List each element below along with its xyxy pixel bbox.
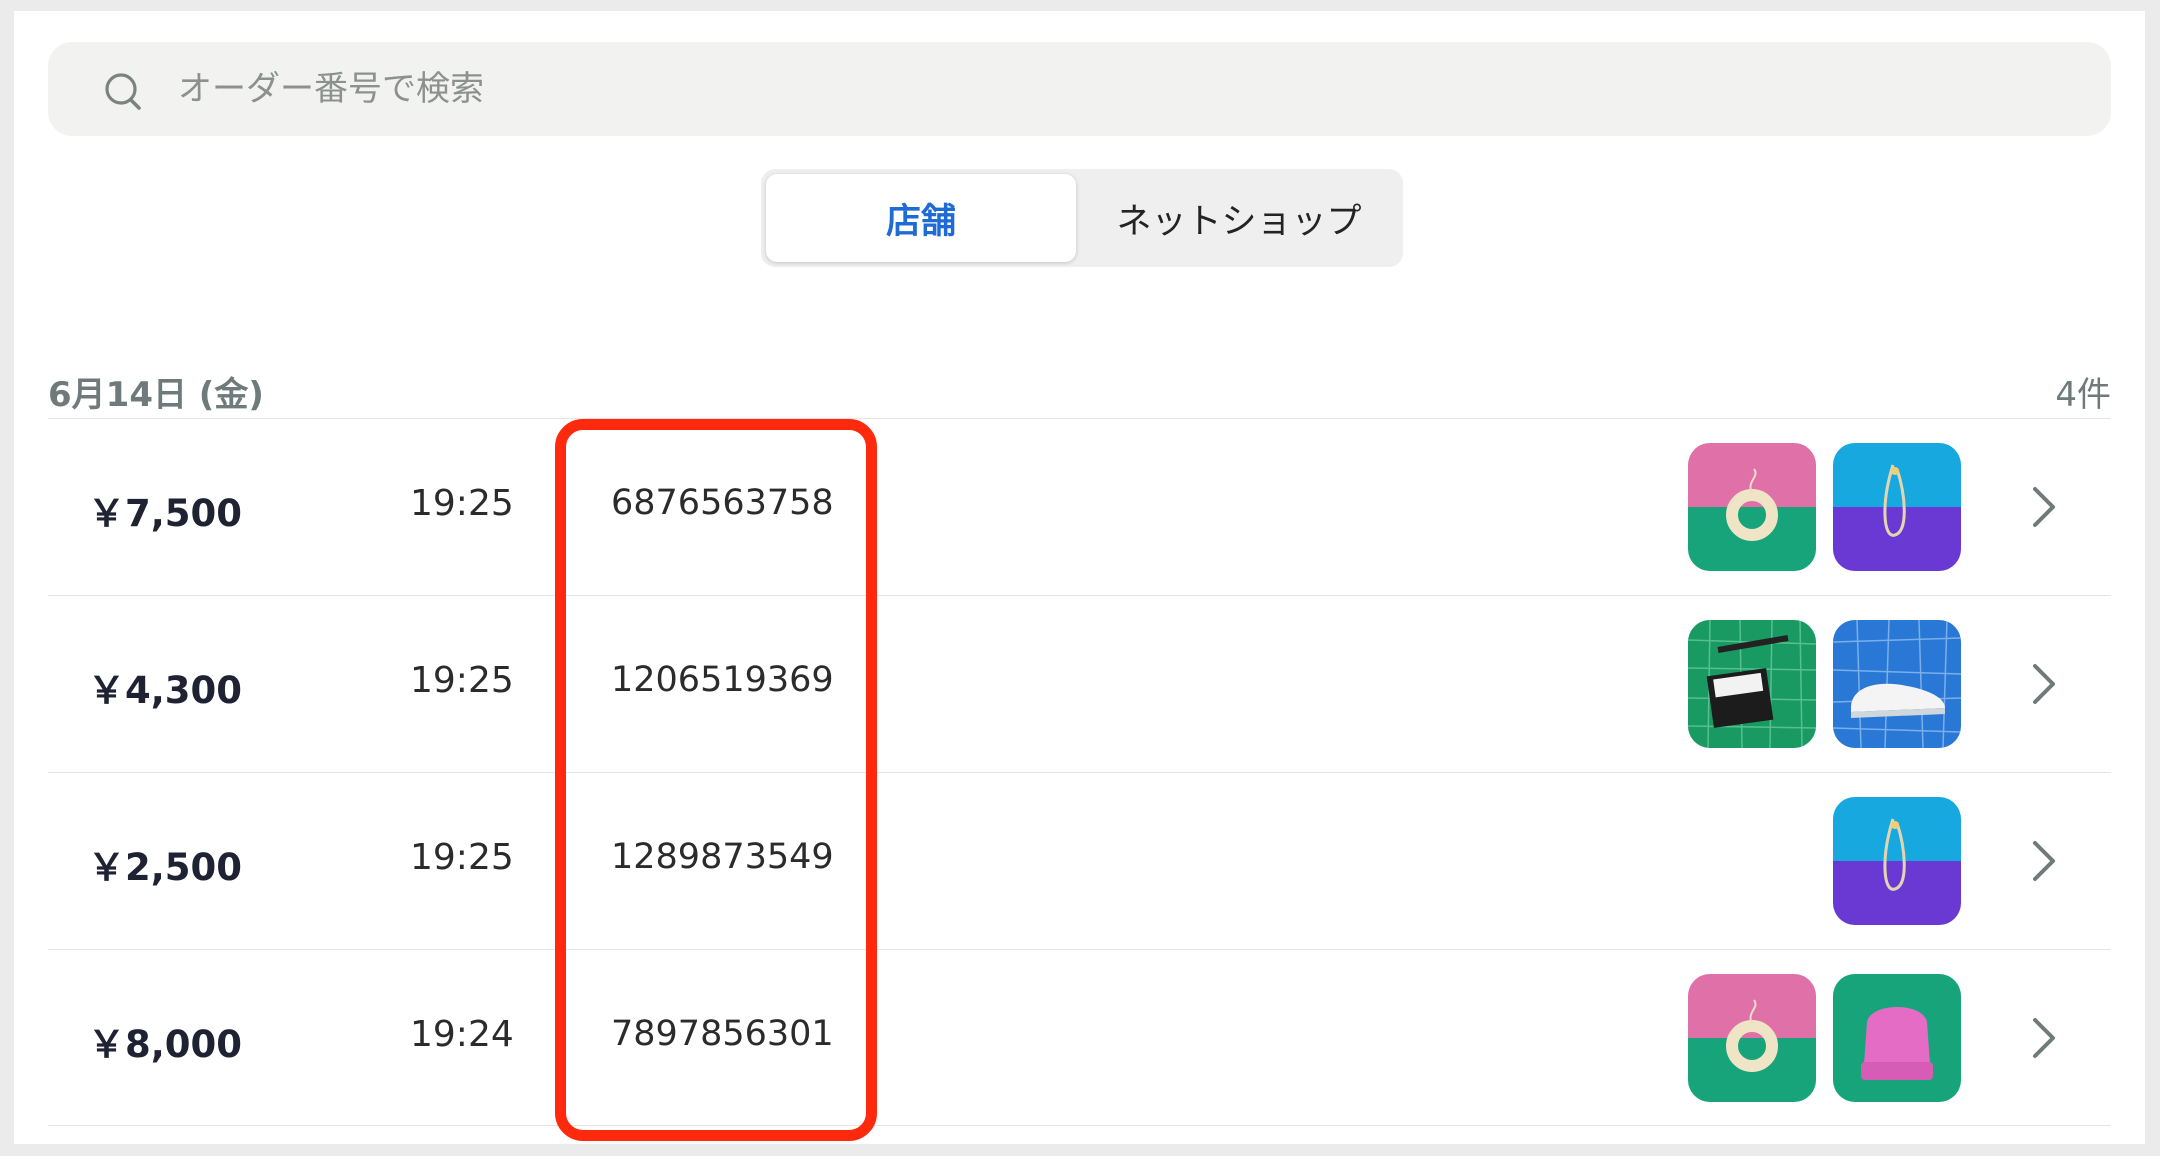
necklace-thumbnail — [1833, 443, 1961, 571]
order-number: 1206519369 — [611, 660, 834, 700]
order-time: 19:25 — [410, 837, 514, 878]
date-group-header: 6月14日 (金) 4件 — [48, 359, 2111, 419]
donut-thumbnail — [1688, 974, 1816, 1102]
donut-thumbnail — [1688, 443, 1816, 571]
order-time: 19:25 — [410, 483, 514, 524]
order-list-panel: 店舗 ネットショップ 6月14日 (金) 4件 ￥7,500 19:25 687… — [14, 11, 2145, 1144]
order-list: ￥7,500 19:25 6876563758 ￥4,300 19:25 120… — [48, 418, 2111, 1126]
order-number: 6876563758 — [611, 483, 834, 523]
tab-store[interactable]: 店舗 — [766, 174, 1076, 262]
search-bar[interactable] — [48, 42, 2111, 136]
order-number: 1289873549 — [611, 837, 834, 877]
order-time: 19:24 — [410, 1014, 514, 1055]
channel-segmented-control: 店舗 ネットショップ — [761, 169, 1403, 267]
group-count: 4件 — [2055, 375, 2111, 415]
order-amount: ￥8,000 — [88, 1023, 243, 1066]
order-amount: ￥7,500 — [88, 492, 243, 535]
search-icon — [105, 73, 141, 110]
order-item-thumbnails — [1688, 443, 1961, 571]
order-item-thumbnails — [1688, 620, 1961, 748]
order-item-thumbnails — [1688, 974, 1961, 1102]
chevron-right-icon — [2033, 1018, 2055, 1058]
chevron-right-icon — [2033, 664, 2055, 704]
order-row[interactable]: ￥2,500 19:25 1289873549 — [48, 772, 2111, 949]
order-time: 19:25 — [410, 660, 514, 701]
search-input[interactable] — [178, 42, 2058, 136]
order-row[interactable]: ￥7,500 19:25 6876563758 — [48, 418, 2111, 595]
chevron-right-icon — [2033, 487, 2055, 527]
order-row[interactable]: ￥4,300 19:25 1206519369 — [48, 595, 2111, 772]
order-number: 7897856301 — [611, 1014, 834, 1054]
order-amount: ￥4,300 — [88, 669, 243, 712]
necklace-thumbnail — [1833, 797, 1961, 925]
chevron-right-icon — [2033, 841, 2055, 881]
order-item-thumbnails — [1833, 797, 1961, 925]
order-amount: ￥2,500 — [88, 846, 243, 889]
group-date: 6月14日 (金) — [48, 375, 264, 415]
tab-online-shop[interactable]: ネットショップ — [1079, 174, 1399, 262]
bag-thumbnail — [1688, 620, 1816, 748]
sneaker-thumbnail — [1833, 620, 1961, 748]
order-row[interactable]: ￥8,000 19:24 7897856301 — [48, 949, 2111, 1126]
beanie-thumbnail — [1833, 974, 1961, 1102]
